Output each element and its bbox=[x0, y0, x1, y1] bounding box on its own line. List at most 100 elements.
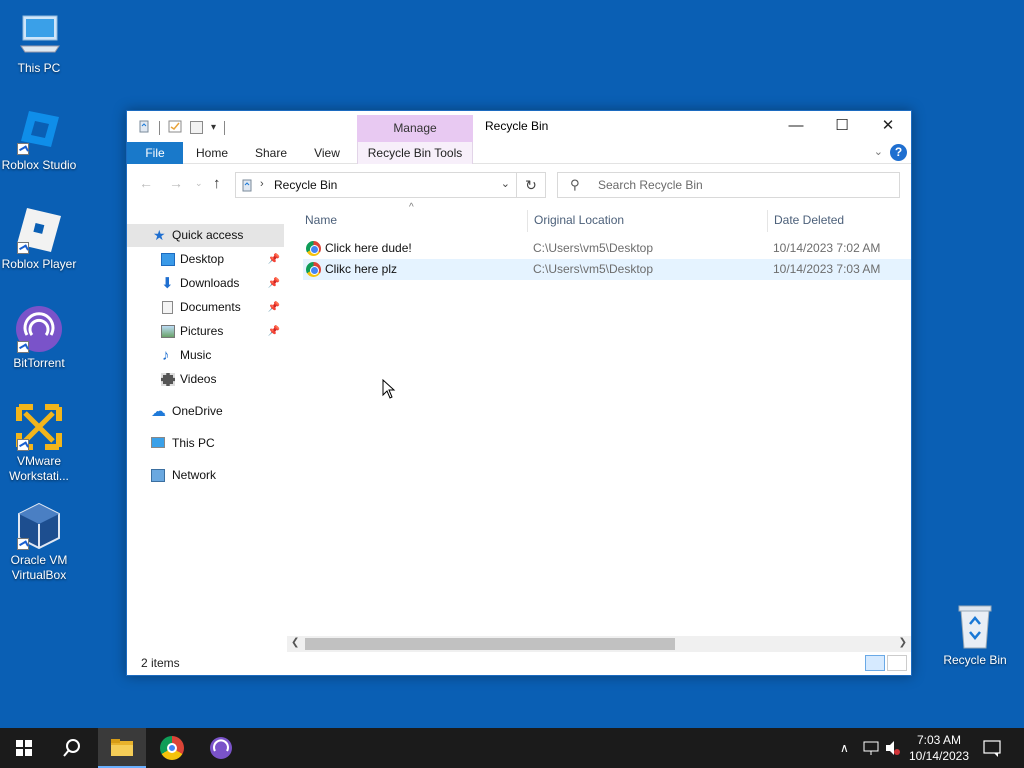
search-input[interactable]: Search Recycle Bin bbox=[598, 178, 703, 192]
help-icon[interactable]: ? bbox=[890, 144, 907, 161]
sidebar-item-quick-access[interactable]: ★ Quick access bbox=[127, 224, 284, 247]
minimize-button[interactable]: — bbox=[773, 111, 819, 141]
address-dropdown-chevron-icon[interactable]: ⌄ bbox=[501, 177, 510, 190]
computer-icon bbox=[15, 10, 63, 58]
tab-file[interactable]: File bbox=[127, 142, 183, 164]
sidebar-item-videos[interactable]: Videos bbox=[127, 368, 284, 391]
notifications-icon[interactable] bbox=[982, 728, 1002, 768]
window-controls: — ☐ ✕ bbox=[773, 111, 911, 141]
shortcut-arrow-icon bbox=[17, 143, 29, 155]
file-row[interactable]: Click here dude! C:\Users\vm5\Desktop 10… bbox=[303, 238, 911, 259]
vmware-icon bbox=[15, 403, 63, 451]
explorer-window[interactable]: ▾ Manage Recycle Bin — ☐ ✕ File Home Sha… bbox=[126, 110, 912, 676]
title-bar[interactable]: ▾ Manage Recycle Bin — ☐ ✕ bbox=[127, 111, 911, 142]
bittorrent-taskbar-button[interactable] bbox=[197, 728, 245, 768]
new-folder-icon[interactable] bbox=[190, 121, 203, 134]
file-date-deleted: 10/14/2023 7:03 AM bbox=[773, 262, 881, 276]
sidebar-item-label: Quick access bbox=[172, 228, 244, 242]
file-row[interactable]: Clikc here plz C:\Users\vm5\Desktop 10/1… bbox=[303, 259, 911, 280]
close-button[interactable]: ✕ bbox=[865, 111, 911, 141]
pin-icon: 📌 bbox=[267, 254, 280, 265]
back-arrow-icon[interactable]: ← bbox=[139, 175, 153, 191]
computer-icon bbox=[151, 437, 165, 448]
breadcrumb-chevron-icon[interactable]: › bbox=[260, 178, 264, 190]
sidebar-item-desktop[interactable]: Desktop 📌 bbox=[127, 248, 284, 271]
scroll-left-arrow-icon[interactable]: ❮ bbox=[291, 637, 299, 648]
tab-view[interactable]: View bbox=[305, 142, 349, 164]
sidebar-item-this-pc[interactable]: This PC bbox=[127, 432, 284, 455]
recent-locations-chevron-icon[interactable]: ⌄ bbox=[195, 178, 203, 189]
navigation-pane: ★ Quick access Desktop 📌 ⬇ Downloads 📌 D… bbox=[127, 224, 284, 644]
tab-share[interactable]: Share bbox=[247, 142, 295, 164]
desktop-icon-this-pc[interactable]: This PC bbox=[0, 10, 78, 76]
system-clock[interactable]: 7:03 AM 10/14/2023 bbox=[904, 732, 974, 764]
search-taskbar-button[interactable] bbox=[48, 728, 96, 768]
virtualbox-icon bbox=[15, 502, 63, 550]
sidebar-item-label: OneDrive bbox=[172, 404, 223, 418]
roblox-studio-icon bbox=[15, 107, 63, 155]
column-separator[interactable] bbox=[527, 210, 528, 232]
forward-arrow-icon[interactable]: → bbox=[169, 175, 183, 191]
horizontal-scrollbar[interactable]: ❮ ❯ bbox=[287, 636, 911, 652]
column-separator[interactable] bbox=[767, 210, 768, 232]
shortcut-arrow-icon bbox=[17, 242, 29, 254]
breadcrumb-recycle-bin[interactable]: Recycle Bin bbox=[274, 178, 337, 192]
volume-muted-icon[interactable] bbox=[884, 728, 902, 768]
desktop-icon-roblox-studio[interactable]: Roblox Studio bbox=[0, 107, 78, 173]
desktop-icon-recycle-bin[interactable]: Recycle Bin bbox=[936, 602, 1014, 668]
desktop-icon-vmware[interactable]: VMware Workstati... bbox=[0, 403, 78, 484]
properties-icon[interactable] bbox=[168, 119, 182, 136]
clock-date: 10/14/2023 bbox=[908, 749, 970, 763]
pin-icon: 📌 bbox=[267, 326, 280, 337]
tab-home[interactable]: Home bbox=[189, 142, 235, 164]
column-header-date-deleted[interactable]: Date Deleted bbox=[774, 204, 844, 236]
ribbon-tabs: File Home Share View Recycle Bin Tools ⌄… bbox=[127, 142, 911, 164]
pin-icon: 📌 bbox=[267, 278, 280, 289]
column-header-name[interactable]: Name bbox=[305, 204, 337, 236]
sort-ascending-icon: ^ bbox=[409, 202, 414, 213]
network-status-icon[interactable] bbox=[862, 728, 880, 768]
bittorrent-icon bbox=[210, 737, 232, 759]
refresh-icon: ↻ bbox=[525, 177, 537, 193]
sidebar-item-pictures[interactable]: Pictures 📌 bbox=[127, 320, 284, 343]
file-explorer-taskbar-button[interactable] bbox=[98, 728, 146, 768]
sidebar-item-downloads[interactable]: ⬇ Downloads 📌 bbox=[127, 272, 284, 295]
search-box[interactable]: ⚲ Search Recycle Bin bbox=[557, 172, 900, 198]
large-icons-view-icon[interactable] bbox=[887, 655, 907, 671]
tab-recycle-bin-tools[interactable]: Recycle Bin Tools bbox=[357, 142, 473, 164]
column-header-original-location[interactable]: Original Location bbox=[534, 204, 624, 236]
desktop-icon-label: BitTorrent bbox=[13, 356, 65, 370]
chrome-file-icon bbox=[306, 241, 321, 256]
desktop-icon-virtualbox[interactable]: Oracle VM VirtualBox bbox=[0, 502, 78, 583]
cloud-icon: ☁ bbox=[151, 403, 166, 420]
maximize-button[interactable]: ☐ bbox=[819, 111, 865, 141]
desktop-icon-bittorrent[interactable]: BitTorrent bbox=[0, 305, 78, 371]
refresh-button[interactable]: ↻ bbox=[516, 172, 546, 198]
start-button[interactable] bbox=[0, 728, 48, 768]
sidebar-item-music[interactable]: ♪ Music bbox=[127, 344, 284, 367]
scroll-right-arrow-icon[interactable]: ❯ bbox=[899, 637, 907, 648]
recycle-bin-small-icon bbox=[137, 119, 151, 136]
network-icon bbox=[151, 469, 165, 482]
sidebar-item-onedrive[interactable]: ☁ OneDrive bbox=[127, 400, 284, 423]
customize-toolbar-chevron-icon[interactable]: ▾ bbox=[211, 122, 216, 133]
sidebar-item-documents[interactable]: Documents 📌 bbox=[127, 296, 284, 319]
sidebar-item-label: This PC bbox=[172, 436, 215, 450]
expand-ribbon-chevron-icon[interactable]: ⌄ bbox=[874, 145, 883, 158]
search-icon: ⚲ bbox=[570, 177, 580, 192]
address-bar[interactable]: › Recycle Bin ⌄ bbox=[235, 172, 517, 198]
recycle-bin-small-icon bbox=[240, 178, 254, 195]
file-original-location: C:\Users\vm5\Desktop bbox=[533, 241, 654, 255]
sidebar-item-network[interactable]: Network bbox=[127, 464, 284, 487]
recycle-bin-icon bbox=[951, 602, 999, 650]
chrome-taskbar-button[interactable] bbox=[148, 728, 196, 768]
sidebar-item-label: Desktop bbox=[180, 252, 225, 266]
chrome-file-icon bbox=[306, 262, 321, 277]
manage-contextual-tab[interactable]: Manage bbox=[357, 115, 473, 142]
details-view-icon[interactable] bbox=[865, 655, 885, 671]
scrollbar-thumb[interactable] bbox=[305, 638, 675, 650]
desktop-icon-roblox-player[interactable]: Roblox Player bbox=[0, 206, 78, 272]
up-arrow-icon[interactable]: ↑ bbox=[213, 175, 221, 192]
sidebar-item-label: Documents bbox=[180, 300, 241, 314]
show-hidden-icons-chevron-icon[interactable]: ∧ bbox=[840, 728, 849, 768]
